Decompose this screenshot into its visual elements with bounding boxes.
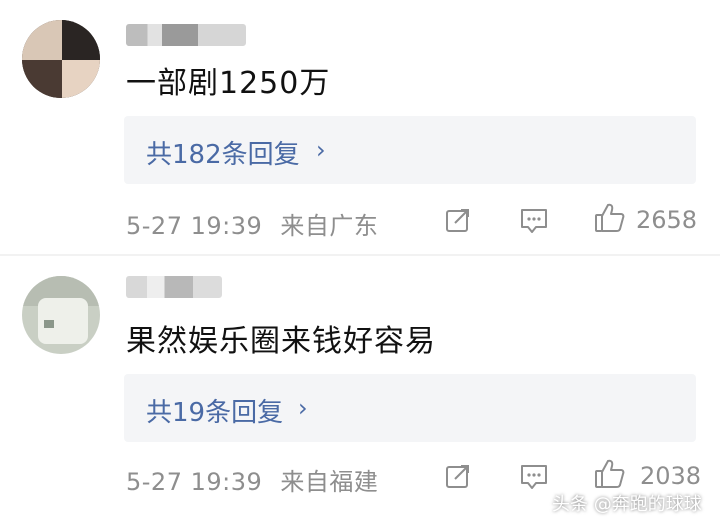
avatar[interactable] — [22, 276, 100, 354]
comment-item: 果然娱乐圈来钱好容易 共19条回复 › 5-27 19:39 来自福建 2038 — [0, 256, 720, 528]
comment-item: 一部剧1250万 共182条回复 › 5-27 19:39 来自广东 2658 — [0, 0, 720, 255]
comment-text: 果然娱乐圈来钱好容易 — [126, 324, 436, 359]
timestamp: 5-27 19:39 — [126, 212, 263, 240]
location: 来自广东 — [280, 212, 379, 240]
username-blurred[interactable] — [126, 24, 246, 46]
comment-meta: 5-27 19:39 来自福建 — [126, 462, 378, 497]
thumbs-up-icon[interactable] — [593, 201, 627, 235]
like-count: 2038 — [640, 462, 702, 490]
chevron-right-icon: › — [298, 394, 308, 422]
share-icon[interactable] — [444, 462, 472, 490]
watermark: 头条 @奔跑的球球 — [552, 494, 702, 515]
timestamp: 5-27 19:39 — [126, 468, 263, 496]
comment-icon[interactable] — [519, 207, 549, 235]
comment-meta: 5-27 19:39 来自广东 — [126, 206, 378, 241]
avatar[interactable] — [22, 20, 100, 98]
replies-count-label: 共182条回复 — [146, 140, 300, 170]
view-replies-button[interactable]: 共19条回复 › — [124, 374, 696, 442]
thumbs-up-icon[interactable] — [593, 457, 627, 491]
share-icon[interactable] — [444, 206, 472, 234]
username-blurred[interactable] — [126, 276, 222, 298]
location: 来自福建 — [280, 468, 379, 496]
view-replies-button[interactable]: 共182条回复 › — [124, 116, 696, 184]
replies-count-label: 共19条回复 — [146, 398, 284, 428]
comment-text: 一部剧1250万 — [126, 66, 331, 101]
comment-icon[interactable] — [519, 463, 549, 491]
chevron-right-icon: › — [316, 136, 326, 164]
like-count: 2658 — [636, 206, 698, 234]
